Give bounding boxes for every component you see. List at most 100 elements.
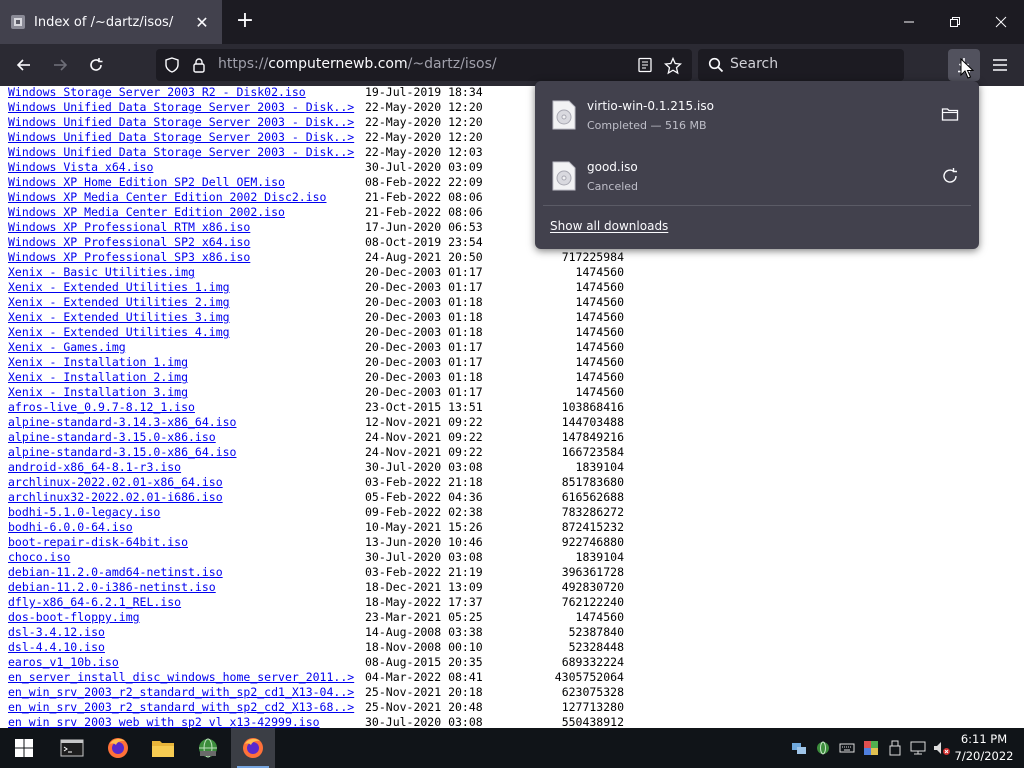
file-date: 14-Aug-2008 03:38 bbox=[365, 625, 483, 639]
url-text: https://computernewb.com/~dartz/isos/ bbox=[218, 56, 497, 72]
globe-tray-icon[interactable] bbox=[815, 740, 831, 756]
file-link[interactable]: Xenix - Installation 2.img bbox=[8, 370, 188, 385]
file-link[interactable]: Xenix - Extended Utilities 1.img bbox=[8, 280, 230, 295]
color-app-icon[interactable] bbox=[863, 740, 879, 756]
tab-index-isos[interactable]: Index of /~dartz/isos/ ✕ bbox=[0, 0, 222, 44]
file-link[interactable]: Xenix - Installation 3.img bbox=[8, 385, 188, 400]
file-link[interactable]: alpine-standard-3.15.0-x86.iso bbox=[8, 430, 216, 445]
file-link[interactable]: choco.iso bbox=[8, 550, 70, 565]
file-link[interactable]: dsl-3.4.12.iso bbox=[8, 625, 105, 640]
file-date: 30-Jul-2020 03:08 bbox=[365, 460, 483, 474]
keyboard-icon[interactable] bbox=[839, 740, 855, 756]
file-link[interactable]: en_server_install_disc_windows_home_serv… bbox=[8, 670, 354, 685]
network-share-icon[interactable] bbox=[791, 740, 807, 756]
file-date: 03-Feb-2022 21:18 bbox=[365, 475, 483, 489]
start-button[interactable] bbox=[2, 728, 46, 768]
file-link[interactable]: Xenix - Extended Utilities 2.img bbox=[8, 295, 230, 310]
new-tab-button[interactable]: + bbox=[233, 10, 257, 34]
tab-close-icon[interactable]: ✕ bbox=[192, 13, 212, 32]
tracking-protection-shield-icon[interactable] bbox=[164, 57, 180, 73]
file-date: 20-Dec-2003 01:17 bbox=[365, 280, 483, 294]
file-date: 19-Jul-2019 18:34 bbox=[365, 86, 483, 99]
close-window-button[interactable] bbox=[978, 0, 1024, 44]
file-link[interactable]: Windows XP Media Center Edition 2002.iso bbox=[8, 205, 285, 220]
usb-device-icon[interactable] bbox=[887, 740, 903, 756]
file-link[interactable]: earos_v1_10b.iso bbox=[8, 655, 119, 670]
iso-file-icon bbox=[552, 100, 576, 130]
address-bar[interactable]: https://computernewb.com/~dartz/isos/ bbox=[156, 49, 692, 81]
file-link[interactable]: Xenix - Games.img bbox=[8, 340, 126, 355]
taskbar-clock[interactable]: 6:11 PM 7/20/2022 bbox=[952, 731, 1016, 765]
file-link[interactable]: dfly-x86_64-6.2.1_REL.iso bbox=[8, 595, 181, 610]
file-link[interactable]: Windows XP Home Edition SP2 Dell OEM.iso bbox=[8, 175, 285, 190]
file-link[interactable]: dsl-4.4.10.iso bbox=[8, 640, 105, 655]
file-link[interactable]: bodhi-5.1.0-legacy.iso bbox=[8, 505, 160, 520]
file-link[interactable]: Windows Unified Data Storage Server 2003… bbox=[8, 130, 354, 145]
download-item-virtio[interactable]: virtio-win-0.1.215.iso Completed — 516 M… bbox=[535, 86, 979, 144]
file-link[interactable]: alpine-standard-3.15.0-x86_64.iso bbox=[8, 445, 236, 460]
file-link[interactable]: en_win_srv_2003_r2_standard_with_sp2_cd2… bbox=[8, 700, 354, 715]
taskbar-file-explorer[interactable] bbox=[141, 728, 185, 768]
retry-icon[interactable] bbox=[941, 167, 959, 185]
taskbar-terminal[interactable] bbox=[50, 728, 94, 768]
file-link[interactable]: afros-live_0.9.7-8.12_1.iso bbox=[8, 400, 195, 415]
restore-button[interactable] bbox=[932, 0, 978, 44]
file-link[interactable]: Windows Vista x64.iso bbox=[8, 160, 153, 175]
taskbar-network-app[interactable] bbox=[186, 728, 230, 768]
file-link[interactable]: en_win_srv_2003_web_with_sp2_vl_x13-4299… bbox=[8, 715, 320, 728]
reload-button[interactable] bbox=[81, 50, 111, 80]
file-link[interactable]: dos-boot-floppy.img bbox=[8, 610, 140, 625]
file-link[interactable]: Windows Unified Data Storage Server 2003… bbox=[8, 100, 354, 115]
volume-muted-icon[interactable] bbox=[933, 740, 951, 756]
taskbar-firefox[interactable] bbox=[96, 728, 140, 768]
mouse-cursor-icon bbox=[960, 58, 974, 79]
network-status-icon[interactable] bbox=[909, 740, 927, 756]
taskbar: 6:11 PM 7/20/2022 bbox=[0, 728, 1024, 768]
file-date: 20-Dec-2003 01:18 bbox=[365, 310, 483, 324]
app-menu-button[interactable] bbox=[985, 50, 1015, 80]
file-link[interactable]: debian-11.2.0-i386-netinst.iso bbox=[8, 580, 216, 595]
file-date: 17-Jun-2020 06:53 bbox=[365, 220, 483, 234]
file-link[interactable]: Windows XP Professional RTM x86.iso bbox=[8, 220, 250, 235]
clock-time: 6:11 PM bbox=[960, 732, 1008, 746]
file-link[interactable]: Xenix - Extended Utilities 4.img bbox=[8, 325, 230, 340]
file-link[interactable]: Windows XP Professional SP3 x86.iso bbox=[8, 250, 250, 265]
taskbar-firefox-active[interactable] bbox=[231, 728, 275, 768]
firefox-icon bbox=[243, 738, 263, 758]
search-bar[interactable]: Search bbox=[698, 49, 904, 81]
file-size: 872415232 bbox=[561, 520, 624, 534]
folder-icon[interactable] bbox=[941, 106, 959, 122]
file-date: 20-Dec-2003 01:17 bbox=[365, 355, 483, 369]
download-item-good-iso[interactable]: good.iso Canceled bbox=[535, 147, 979, 205]
forward-button[interactable] bbox=[45, 50, 75, 80]
file-link[interactable]: Xenix - Basic Utilities.img bbox=[8, 265, 195, 280]
file-link[interactable]: Windows XP Media Center Edition 2002 Dis… bbox=[8, 190, 327, 205]
back-button[interactable] bbox=[9, 50, 39, 80]
file-link[interactable]: debian-11.2.0-amd64-netinst.iso bbox=[8, 565, 223, 580]
file-link[interactable]: Windows Unified Data Storage Server 2003… bbox=[8, 145, 354, 160]
show-all-downloads-button[interactable]: Show all downloads bbox=[550, 219, 668, 233]
file-link[interactable]: bodhi-6.0.0-64.iso bbox=[8, 520, 133, 535]
windows-logo-icon bbox=[15, 739, 33, 757]
folder-icon bbox=[152, 741, 174, 757]
file-link[interactable]: archlinux32-2022.02.01-i686.iso bbox=[8, 490, 223, 505]
lock-icon[interactable] bbox=[192, 57, 206, 73]
file-link[interactable]: boot-repair-disk-64bit.iso bbox=[8, 535, 188, 550]
navigation-toolbar: https://computernewb.com/~dartz/isos/ Se… bbox=[0, 44, 1024, 86]
file-link[interactable]: android-x86_64-8.1-r3.iso bbox=[8, 460, 181, 475]
reader-view-icon[interactable] bbox=[637, 57, 653, 73]
file-link[interactable]: Windows Unified Data Storage Server 2003… bbox=[8, 115, 354, 130]
file-link[interactable]: Xenix - Extended Utilities 3.img bbox=[8, 310, 230, 325]
file-size: 144703488 bbox=[561, 415, 624, 429]
file-date: 13-Jun-2020 10:46 bbox=[365, 535, 483, 549]
tab-title: Index of /~dartz/isos/ bbox=[34, 14, 174, 30]
file-link[interactable]: Xenix - Installation 1.img bbox=[8, 355, 188, 370]
file-link[interactable]: en_win_srv_2003_r2_standard_with_sp2_cd1… bbox=[8, 685, 354, 700]
file-link[interactable]: Windows Storage Server 2003 R2 - Disk02.… bbox=[8, 86, 306, 100]
bookmark-star-icon[interactable] bbox=[664, 57, 682, 75]
minimize-button[interactable] bbox=[886, 0, 932, 44]
file-link[interactable]: alpine-standard-3.14.3-x86_64.iso bbox=[8, 415, 236, 430]
file-link[interactable]: Windows XP Professional SP2 x64.iso bbox=[8, 235, 250, 250]
file-size: 1474560 bbox=[575, 310, 624, 324]
file-link[interactable]: archlinux-2022.02.01-x86_64.iso bbox=[8, 475, 223, 490]
